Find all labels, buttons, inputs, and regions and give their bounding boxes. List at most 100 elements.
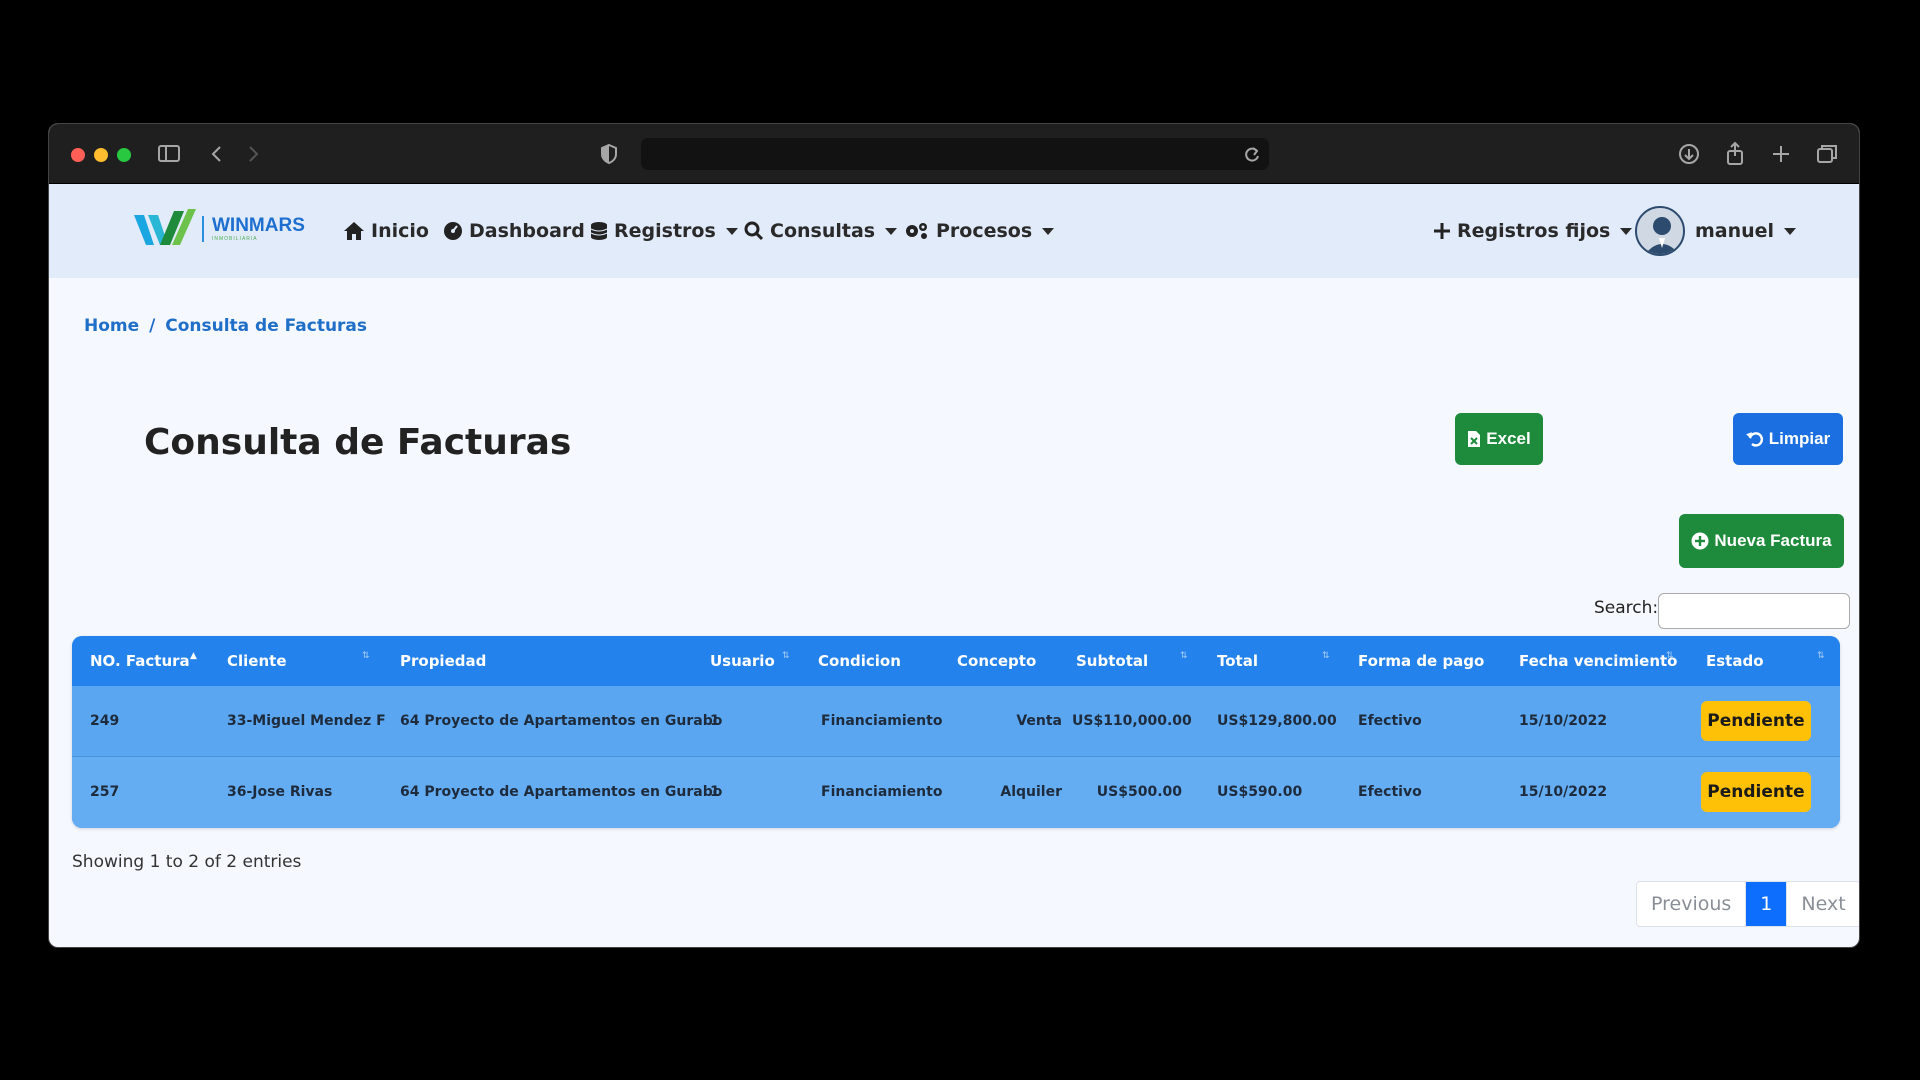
- col-cliente[interactable]: Cliente: [227, 636, 287, 686]
- sidebar-toggle-icon[interactable]: [157, 140, 181, 168]
- cell-fecha-vencimiento: 15/10/2022: [1519, 784, 1608, 800]
- browser-toolbar: [49, 124, 1859, 184]
- nav-registros[interactable]: Registros: [590, 214, 738, 248]
- cell-forma-pago: Efectivo: [1358, 784, 1422, 800]
- plus-circle-icon: [1691, 532, 1709, 550]
- forward-icon[interactable]: [245, 140, 261, 168]
- chevron-down-icon: [725, 227, 738, 235]
- sort-icon: ⇅: [1666, 651, 1674, 661]
- cell-propiedad: 64 Proyecto de Apartamentos en Gurabo: [400, 713, 723, 729]
- nav-inicio[interactable]: Inicio: [343, 214, 429, 248]
- winmars-logo[interactable]: WINMARS INMOBILIARIA: [134, 208, 305, 250]
- previous-page-button[interactable]: Previous: [1637, 882, 1747, 926]
- cell-no-factura: 249: [90, 713, 120, 729]
- col-fecha-vencimiento[interactable]: Fecha vencimiento: [1519, 636, 1678, 686]
- cell-condicion: Financiamiento: [821, 784, 943, 800]
- cell-usuario: 1: [710, 713, 720, 729]
- file-excel-icon: [1468, 431, 1481, 447]
- plus-icon: [1434, 223, 1450, 239]
- back-icon[interactable]: [209, 140, 225, 168]
- col-forma-pago[interactable]: Forma de pago: [1358, 636, 1484, 686]
- chevron-down-icon: [1784, 227, 1797, 235]
- privacy-shield-icon[interactable]: [599, 140, 619, 168]
- home-icon: [344, 222, 364, 240]
- nueva-factura-button[interactable]: Nueva Factura: [1679, 514, 1844, 568]
- table-row[interactable]: 257 36-Jose Rivas 64 Proyecto de Apartam…: [72, 757, 1840, 828]
- sort-icon: ⇅: [1817, 651, 1825, 661]
- col-propiedad[interactable]: Propiedad: [400, 636, 486, 686]
- cell-subtotal: US$500.00: [1096, 784, 1182, 800]
- winmars-logo-icon: [134, 209, 196, 245]
- nav-dashboard[interactable]: Dashboard: [443, 214, 585, 248]
- cell-forma-pago: Efectivo: [1358, 713, 1422, 729]
- cell-cliente: 33-Miguel Mendez F: [227, 713, 386, 729]
- dashboard-icon: [444, 222, 462, 240]
- cell-subtotal: US$110,000.00: [1072, 713, 1192, 729]
- facturas-table: NO. Factura ▲ Cliente ⇅ Propiedad Usuari…: [72, 636, 1840, 828]
- avatar: [1635, 206, 1685, 256]
- cell-fecha-vencimiento: 15/10/2022: [1519, 713, 1608, 729]
- sort-icon: ⇅: [1180, 651, 1188, 661]
- search-icon: [744, 221, 764, 241]
- cell-propiedad: 64 Proyecto de Apartamentos en Gurabo: [400, 784, 723, 800]
- database-icon: [590, 222, 608, 240]
- col-estado[interactable]: Estado: [1706, 636, 1764, 686]
- status-badge[interactable]: Pendiente: [1701, 701, 1811, 741]
- breadcrumb: Home / Consulta de Facturas: [84, 316, 367, 336]
- address-bar[interactable]: [641, 138, 1269, 170]
- reload-icon[interactable]: [1243, 144, 1261, 168]
- search-input[interactable]: [1658, 593, 1850, 629]
- share-icon[interactable]: [1724, 140, 1746, 168]
- cell-total: US$590.00: [1217, 784, 1303, 800]
- sort-icon: ⇅: [782, 651, 790, 661]
- col-usuario[interactable]: Usuario: [710, 636, 775, 686]
- breadcrumb-current-link[interactable]: Consulta de Facturas: [165, 316, 367, 336]
- limpiar-button[interactable]: Limpiar: [1733, 413, 1843, 465]
- browser-window: WINMARS INMOBILIARIA Inicio Dashboard Re…: [48, 123, 1860, 948]
- status-badge[interactable]: Pendiente: [1701, 772, 1811, 812]
- pagination: Previous 1 Next: [1636, 881, 1859, 927]
- tab-overview-icon[interactable]: [1815, 140, 1839, 168]
- nav-consultas[interactable]: Consultas: [744, 214, 898, 248]
- entries-info: Showing 1 to 2 of 2 entries: [72, 852, 302, 872]
- chevron-down-icon: [1620, 227, 1633, 235]
- sort-asc-icon: ▲: [190, 651, 197, 661]
- table-header: NO. Factura ▲ Cliente ⇅ Propiedad Usuari…: [72, 636, 1840, 686]
- chevron-down-icon: [885, 227, 898, 235]
- logo-wordmark: WINMARS INMOBILIARIA: [202, 216, 305, 242]
- zoom-window-button[interactable]: [117, 148, 131, 162]
- table-row[interactable]: 249 33-Miguel Mendez F 64 Proyecto de Ap…: [72, 686, 1840, 757]
- cell-concepto: Alquiler: [1000, 784, 1062, 800]
- breadcrumb-separator: /: [149, 316, 156, 336]
- sort-icon: ⇅: [1322, 651, 1330, 661]
- gears-icon: [906, 223, 927, 239]
- page-title: Consulta de Facturas: [144, 422, 572, 463]
- col-condicion[interactable]: Condicion: [818, 636, 901, 686]
- nav-registros-fijos[interactable]: Registros fijos: [1433, 214, 1633, 248]
- minimize-window-button[interactable]: [94, 148, 108, 162]
- cell-total: US$129,800.00: [1217, 713, 1337, 729]
- page-1-button[interactable]: 1: [1746, 882, 1788, 926]
- excel-export-button[interactable]: Excel: [1455, 413, 1543, 465]
- col-no-factura[interactable]: NO. Factura: [90, 636, 190, 686]
- cell-no-factura: 257: [90, 784, 120, 800]
- cell-concepto: Venta: [1016, 713, 1062, 729]
- cell-condicion: Financiamiento: [821, 713, 943, 729]
- next-page-button[interactable]: Next: [1787, 882, 1859, 926]
- downloads-icon[interactable]: [1677, 140, 1701, 168]
- nav-procesos[interactable]: Procesos: [904, 214, 1055, 248]
- new-tab-icon[interactable]: [1771, 140, 1791, 168]
- cell-usuario: 1: [710, 784, 720, 800]
- sort-icon: ⇅: [362, 651, 370, 661]
- breadcrumb-home-link[interactable]: Home: [84, 316, 139, 336]
- col-concepto[interactable]: Concepto: [957, 636, 1036, 686]
- undo-icon: [1745, 432, 1763, 447]
- top-navbar: WINMARS INMOBILIARIA Inicio Dashboard Re…: [49, 184, 1859, 278]
- close-window-button[interactable]: [71, 148, 85, 162]
- chevron-down-icon: [1042, 227, 1055, 235]
- col-total[interactable]: Total: [1217, 636, 1258, 686]
- col-subtotal[interactable]: Subtotal: [1076, 636, 1148, 686]
- user-menu[interactable]: manuel: [1635, 204, 1797, 258]
- user-avatar-icon: [1645, 217, 1679, 254]
- cell-cliente: 36-Jose Rivas: [227, 784, 333, 800]
